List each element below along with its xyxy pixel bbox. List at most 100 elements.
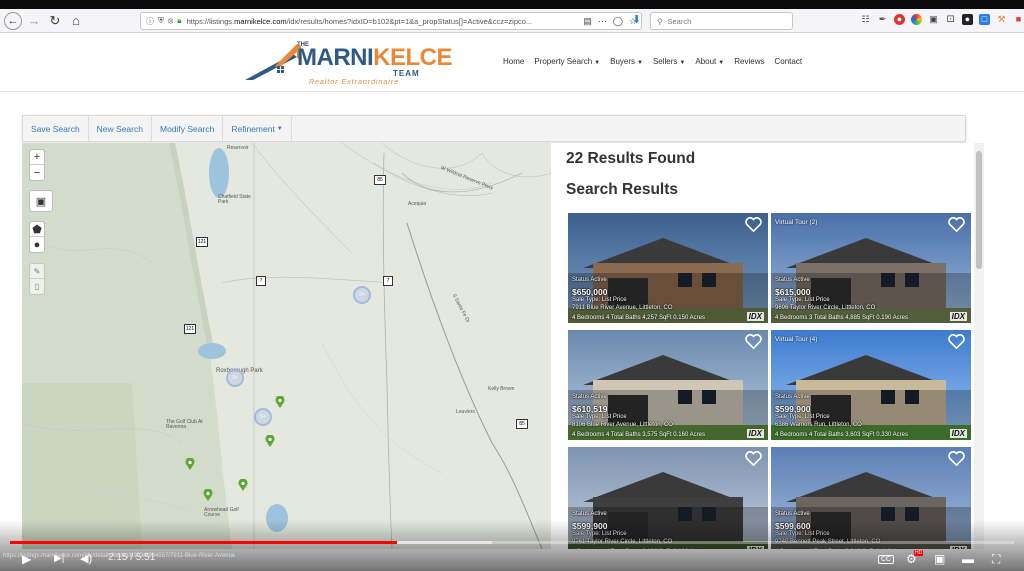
listing-status: Status Active (572, 393, 607, 400)
listing-meta: 4 Bedrooms 4 Total Baths 3,603 SqFt 0.33… (775, 432, 908, 438)
zoom-out-button[interactable]: − (30, 165, 44, 180)
theater-mode-icon[interactable]: ▬ (962, 552, 974, 566)
listing-info: Status Active $650,000 Sale Type: List Pri… (572, 277, 673, 313)
address-bar[interactable]: ⓘ ⛨ ⦻ 🔒︎ https://listings.marnikelce.com… (140, 12, 642, 30)
map-terrain (22, 143, 551, 549)
eyedropper-icon[interactable]: ✒ (877, 14, 888, 25)
back-arrow-icon[interactable]: ← (4, 11, 22, 30)
highway-85-shield-south: 85 (516, 419, 528, 429)
new-search-button[interactable]: New Search (89, 116, 152, 141)
nav-reviews[interactable]: Reviews (734, 57, 764, 66)
highway-85-shield: 85 (374, 175, 386, 185)
nav-home[interactable]: Home (503, 57, 524, 66)
pocket-icon[interactable]: ◯ (613, 16, 623, 27)
lock-icon[interactable]: 🔒︎ (177, 16, 181, 27)
listing-address[interactable]: 8106 Blue River Avenue, Littleton, CO (572, 422, 673, 430)
palette-extension-icon[interactable]: ● (962, 14, 973, 25)
listing-card[interactable]: Status Active $610,519 Sale Type: List Pri… (568, 330, 768, 440)
listing-status: Status Active (572, 510, 607, 517)
browser-toolbar: ← → ↻ ⌂ ⓘ ⛨ ⦻ 🔒︎ https://listings.marnik… (0, 9, 1024, 33)
nav-contact[interactable]: Contact (774, 57, 802, 66)
colorwheel-extension-icon[interactable] (911, 14, 922, 25)
shield-icon[interactable]: ⛨ (158, 16, 164, 27)
virtual-tour-link[interactable]: Virtual Tour (2) (775, 219, 817, 226)
tool-extension-icon[interactable]: ⚒ (996, 14, 1007, 25)
draw-circle-icon[interactable]: ● (30, 237, 44, 252)
map-pin-icon[interactable] (238, 479, 248, 491)
captions-icon[interactable]: CC (878, 555, 895, 564)
modify-search-button[interactable]: Modify Search (152, 116, 224, 141)
favorite-heart-icon[interactable] (948, 451, 965, 466)
results-map[interactable]: + − ▣ ⬟ ● ✎ ▯ Reservoir Chatfield State … (22, 143, 551, 549)
chevron-down-icon: ▼ (718, 60, 725, 66)
library-icon[interactable]: ☷ (860, 14, 871, 25)
forward-arrow-icon[interactable]: → (25, 12, 43, 30)
play-icon[interactable]: ▶ (22, 552, 31, 566)
info-icon[interactable]: ⓘ (146, 16, 154, 27)
video-progress-bar[interactable] (10, 541, 1014, 544)
zoom-in-button[interactable]: + (30, 150, 44, 165)
nav-sellers[interactable]: Sellers ▼ (653, 57, 685, 66)
favorite-heart-icon[interactable] (745, 217, 762, 232)
map-pin-icon[interactable] (203, 489, 213, 501)
screenshot-extension-icon[interactable]: □ (979, 14, 990, 25)
listing-price: $650,000 (572, 287, 608, 297)
scrollbar-thumb[interactable] (976, 151, 982, 269)
more-actions-icon[interactable]: ⋯ (598, 16, 607, 27)
nav-buyers[interactable]: Buyers ▼ (610, 57, 643, 66)
delete-icon[interactable]: ▯ (30, 279, 44, 294)
url-site-icons: ⓘ ⛨ ⦻ 🔒︎ (146, 16, 182, 27)
search-icon: ⚲ (657, 16, 663, 26)
virtual-tour-link[interactable]: Virtual Tour (4) (775, 336, 817, 343)
map-label-arrowhead: Arrowhead Golf Course (204, 507, 239, 518)
hd-badge: HD (914, 550, 924, 556)
save-search-button[interactable]: Save Search (23, 116, 89, 141)
video-controls: ▶ ▶| ◀) 2:15 / 5:51 CC ⚙ HD ▣ ▬ ⛶ (0, 549, 1024, 571)
notification-extension-icon[interactable]: ● (894, 14, 905, 25)
site-logo[interactable]: THE MARNIKELCE TEAM Realtor Extraordinai… (245, 38, 452, 86)
listing-card[interactable]: Status Active $650,000 Sale Type: List Pri… (568, 213, 768, 323)
results-scrollbar[interactable] (974, 143, 984, 549)
tracking-icon[interactable]: ⦻ (168, 16, 173, 27)
url-text[interactable]: https://listings.marnikelce.com/idx/resu… (187, 17, 533, 26)
listing-price: $610,519 (572, 404, 608, 414)
listing-cluster[interactable]: 3+ (226, 369, 244, 387)
dice-extension-icon[interactable]: ⚀ (945, 14, 956, 25)
window-extension-icon[interactable]: ▣ (928, 14, 939, 25)
listing-card[interactable]: Virtual Tour (4) Status Active $599,900 Sal… (771, 330, 971, 440)
search-field[interactable]: ⚲ Search (650, 12, 793, 30)
reader-view-icon[interactable]: ▤ (583, 16, 592, 27)
home-icon[interactable]: ⌂ (67, 12, 85, 30)
edit-icon[interactable]: ✎ (30, 264, 44, 279)
nav-property-search[interactable]: Property Search ▼ (534, 57, 600, 66)
fullscreen-icon[interactable]: ⛶ (992, 552, 1000, 567)
favorite-heart-icon[interactable] (948, 334, 965, 349)
miniplayer-icon[interactable]: ▣ (934, 552, 945, 566)
reload-icon[interactable]: ↻ (46, 12, 64, 30)
listing-cluster[interactable]: 9+ (353, 286, 371, 304)
download-icon[interactable]: ⬇ (632, 13, 641, 26)
paint-extension-icon[interactable]: ■ (1013, 14, 1024, 25)
listing-address[interactable]: 6386 Warriors Run, Littleton, CO (775, 422, 862, 430)
listing-cluster[interactable]: 5+ (254, 408, 272, 426)
results-heading: Search Results (566, 181, 678, 198)
listing-address[interactable]: 7911 Blue River Avenue, Littleton, CO (572, 305, 673, 313)
layers-control[interactable]: ▣ (29, 190, 53, 212)
map-label-kelly: Kelly Brown (488, 386, 515, 392)
layers-icon: ▣ (35, 195, 47, 208)
map-pin-icon[interactable] (185, 458, 195, 470)
map-pin-icon[interactable] (265, 435, 275, 447)
chevron-down-icon: ▼ (637, 60, 643, 66)
listing-card[interactable]: Virtual Tour (2) Status Active $615,000 Sal… (771, 213, 971, 323)
favorite-heart-icon[interactable] (948, 217, 965, 232)
refinement-dropdown[interactable]: Refinement ▼ (223, 116, 292, 141)
map-pin-icon[interactable] (275, 396, 285, 408)
nav-about[interactable]: About ▼ (695, 57, 724, 66)
favorite-heart-icon[interactable] (745, 451, 762, 466)
listing-price: $615,000 (775, 287, 811, 297)
favorite-heart-icon[interactable] (745, 334, 762, 349)
volume-icon[interactable]: ◀) (80, 552, 92, 565)
draw-polygon-icon[interactable]: ⬟ (30, 222, 44, 237)
next-icon[interactable]: ▶| (54, 553, 64, 564)
listing-address[interactable]: 9696 Taylor River Circle, Littleton, CO (775, 305, 875, 313)
